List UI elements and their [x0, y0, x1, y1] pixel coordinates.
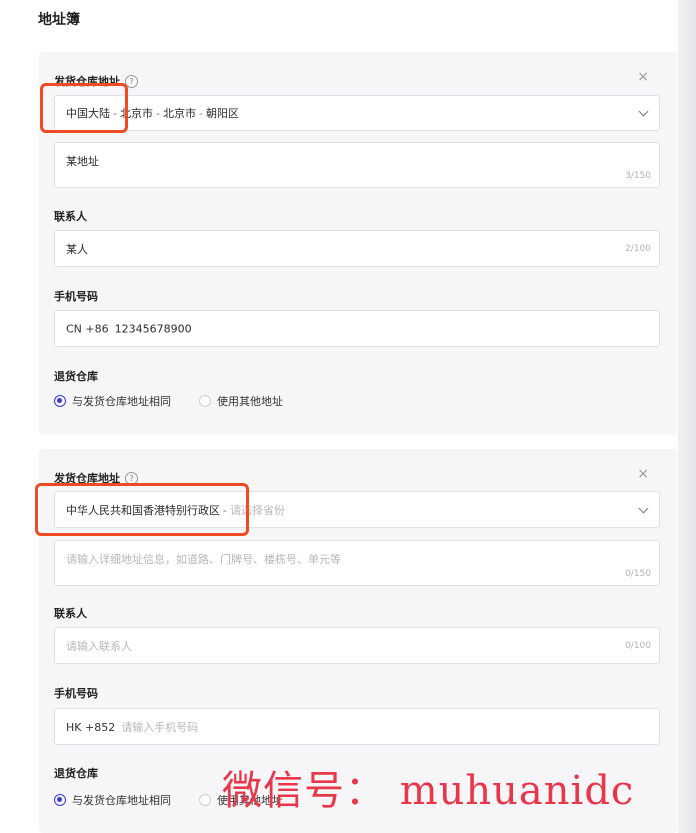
detail-address-counter: 0/150 — [625, 569, 651, 579]
return-same-option[interactable]: 与发货仓库地址相同 — [54, 393, 171, 409]
return-warehouse-radio-group: 与发货仓库地址相同 使用其他地址 — [54, 393, 283, 409]
contact-value: 某人 — [66, 242, 88, 256]
phone-input[interactable]: HK +852 请输入手机号码 — [54, 708, 660, 745]
phone-label: 手机号码 — [54, 687, 98, 700]
contact-input[interactable]: 请输入联系人 0/100 — [54, 627, 660, 664]
region-city: 北京市 — [162, 107, 196, 120]
phone-value: 12345678900 — [114, 322, 192, 335]
page-title: 地址簿 — [38, 12, 80, 28]
return-other-option[interactable]: 使用其他地址 — [199, 393, 283, 409]
radio-unselected[interactable] — [199, 395, 211, 407]
close-icon[interactable]: × — [637, 70, 649, 84]
detail-address-input[interactable]: 请输入详细地址信息，如道路、门牌号、楼栋号、单元等 0/150 — [54, 540, 660, 586]
contact-label: 联系人 — [54, 607, 87, 620]
radio-selected[interactable] — [54, 794, 66, 806]
contact-counter: 0/100 — [625, 640, 651, 651]
phone-value-row: HK +852 请输入手机号码 — [66, 719, 198, 735]
contact-counter: 2/100 — [625, 243, 651, 254]
region-separator: - — [155, 107, 160, 120]
return-warehouse-label: 退货仓库 — [54, 767, 98, 780]
close-icon[interactable]: × — [637, 467, 649, 481]
contact-label: 联系人 — [54, 210, 87, 223]
highlight-box-region-2 — [35, 483, 249, 536]
return-same-label: 与发货仓库地址相同 — [72, 395, 171, 408]
watermark-text: 微信号： muhuanidc — [222, 768, 635, 814]
phone-input[interactable]: CN +86 12345678900 — [54, 310, 660, 347]
phone-country-code[interactable]: HK +852 — [66, 721, 115, 734]
phone-placeholder: 请输入手机号码 — [121, 720, 199, 734]
right-edge-shade — [678, 0, 696, 833]
detail-address-value: 某地址 — [66, 155, 99, 168]
contact-input[interactable]: 某人 2/100 — [54, 230, 660, 267]
detail-address-placeholder: 请输入详细地址信息，如道路、门牌号、楼栋号、单元等 — [66, 553, 341, 566]
chevron-down-icon[interactable] — [638, 106, 649, 117]
region-separator: - — [198, 107, 203, 120]
radio-selected[interactable] — [54, 395, 66, 407]
detail-address-counter: 3/150 — [625, 171, 651, 181]
detail-address-input[interactable]: 某地址 3/150 — [54, 142, 660, 188]
phone-country-code[interactable]: CN +86 — [66, 322, 109, 335]
phone-label: 手机号码 — [54, 290, 98, 303]
region-select[interactable]: 中国大陆 - 北京市 - 北京市 - 朝阳区 — [54, 95, 660, 131]
contact-placeholder: 请输入联系人 — [66, 639, 132, 653]
address-card-1: 发货仓库地址? × 中国大陆 - 北京市 - 北京市 - 朝阳区 某地址 3/150 联系人… — [39, 52, 677, 435]
return-warehouse-label: 退货仓库 — [54, 370, 98, 383]
return-other-label: 使用其他地址 — [217, 395, 283, 408]
region-district: 朝阳区 — [205, 107, 239, 120]
return-same-label: 与发货仓库地址相同 — [72, 794, 171, 807]
chevron-down-icon[interactable] — [638, 503, 649, 513]
highlight-box-region-1 — [40, 83, 128, 133]
return-same-option[interactable]: 与发货仓库地址相同 — [54, 792, 171, 808]
phone-value-row: CN +86 12345678900 — [66, 322, 192, 335]
radio-unselected[interactable] — [199, 794, 211, 806]
